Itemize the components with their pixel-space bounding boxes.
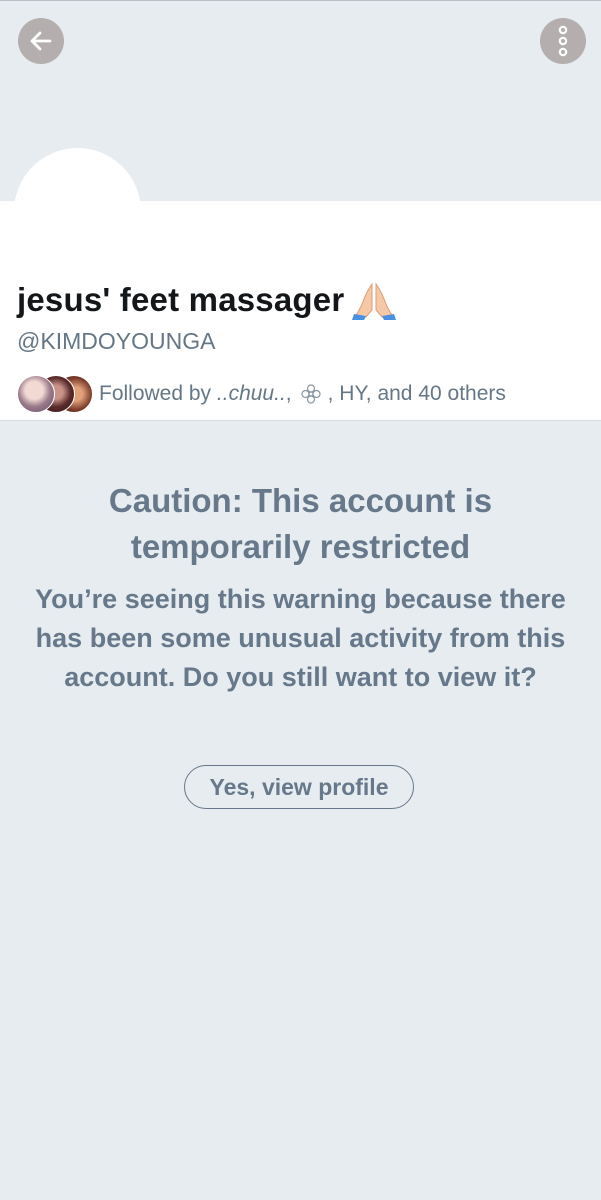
display-name: jesus' feet massager: [17, 280, 397, 320]
more-vertical-icon: [558, 25, 568, 57]
warning-title: Caution: This account is temporarily res…: [108, 482, 493, 565]
followed-by-rest: , HY, and 40 others: [327, 382, 506, 405]
follower-avatars: [17, 375, 95, 413]
username-handle: @KIMDOYOUNGA: [17, 328, 216, 354]
followed-by-prefix: Followed by: [99, 382, 212, 405]
followed-by-row[interactable]: Followed by ..chuu.., , HY, and 40 other…: [17, 375, 506, 413]
back-button[interactable]: [18, 18, 64, 64]
follower-separator: ,: [285, 382, 292, 405]
arrow-left-icon: [30, 31, 52, 51]
restricted-account-warning: Caution: This account is temporarily res…: [0, 478, 601, 697]
follower-avatar: [17, 375, 55, 413]
display-name-text: jesus' feet massager: [17, 281, 345, 318]
followed-by-text: Followed by ..chuu.., , HY, and 40 other…: [99, 382, 506, 406]
avatar[interactable]: [14, 148, 141, 275]
view-profile-button[interactable]: Yes, view profile: [184, 765, 414, 809]
follower-name: ..chuu..: [216, 382, 286, 405]
warning-body: You’re seeing this warning because there…: [35, 584, 566, 692]
folded-hands-emoji: [352, 282, 397, 320]
flower-icon: [301, 384, 321, 404]
more-options-button[interactable]: [540, 18, 586, 64]
